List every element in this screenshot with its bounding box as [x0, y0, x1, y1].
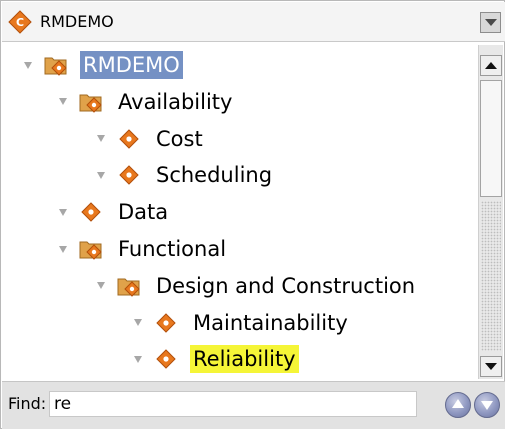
find-next-button[interactable] — [474, 392, 500, 418]
tree-item-data[interactable]: Data — [59, 194, 171, 230]
expand-triangle-icon[interactable] — [97, 171, 105, 179]
tree-item-label: Maintainability — [193, 310, 348, 335]
project-selector-value: RMDEMO — [40, 12, 114, 31]
diamond-icon — [119, 128, 139, 149]
expand-triangle-icon[interactable] — [97, 135, 105, 143]
requirements-tree[interactable]: RMDEMO Availability Cost Scheduling Data Func… — [2, 45, 477, 379]
tree-item-label: Functional — [118, 237, 227, 261]
project-diamond-icon: C — [8, 10, 32, 34]
project-selector[interactable]: C RMDEMO — [2, 2, 505, 42]
expand-triangle-icon[interactable] — [24, 61, 32, 69]
tree-item-label: Cost — [156, 126, 203, 151]
folder-diamond-icon — [79, 241, 102, 260]
scroll-thumb[interactable] — [480, 80, 502, 197]
find-previous-button[interactable] — [445, 392, 471, 418]
tree-item-label: Scheduling — [156, 163, 273, 188]
expand-triangle-icon[interactable] — [134, 355, 142, 363]
tree-item-scheduling[interactable]: Scheduling — [97, 157, 275, 193]
expand-triangle-icon[interactable] — [97, 282, 105, 290]
scroll-up-button[interactable] — [480, 55, 502, 76]
find-input[interactable] — [49, 391, 417, 417]
diamond-icon — [156, 349, 176, 370]
expand-triangle-icon[interactable] — [59, 245, 67, 253]
tree-item-maintainability[interactable]: Maintainability — [134, 305, 351, 341]
tree-item-reliability[interactable]: Reliability — [134, 341, 299, 377]
dropdown-arrow-button[interactable] — [480, 12, 501, 33]
tree-panel: C RMDEMO RMDEMO Availability Cost Schedulin… — [0, 0, 505, 429]
find-bar: Find: — [2, 381, 505, 429]
svg-text:C: C — [16, 16, 24, 29]
scroll-down-button[interactable] — [480, 356, 502, 377]
folder-diamond-icon — [44, 57, 67, 76]
diamond-icon — [81, 202, 101, 222]
tree-item-label: Availability — [118, 89, 233, 114]
tree-item-design-and-construction[interactable]: Design and Construction — [97, 268, 418, 304]
scroll-track[interactable] — [481, 201, 501, 351]
folder-diamond-icon — [79, 94, 102, 113]
tree-item-rmdemo[interactable]: RMDEMO — [24, 47, 183, 83]
tree-item-label: Data — [118, 200, 169, 225]
tree-item-functional[interactable]: Functional — [59, 231, 229, 267]
expand-triangle-icon[interactable] — [134, 319, 142, 327]
tree-item-cost[interactable]: Cost — [97, 121, 206, 157]
folder-diamond-icon — [117, 278, 140, 297]
diamond-icon — [119, 165, 139, 186]
diamond-icon — [156, 312, 176, 333]
tree-item-label: RMDEMO — [80, 51, 183, 79]
find-label: Find: — [8, 394, 47, 413]
expand-triangle-icon[interactable] — [59, 98, 67, 106]
tree-item-label: Reliability — [190, 345, 299, 374]
tree-item-label: Design and Construction — [156, 273, 416, 298]
vertical-scrollbar[interactable] — [478, 45, 503, 379]
tree-item-availability[interactable]: Availability — [59, 84, 235, 120]
expand-triangle-icon[interactable] — [59, 208, 67, 216]
